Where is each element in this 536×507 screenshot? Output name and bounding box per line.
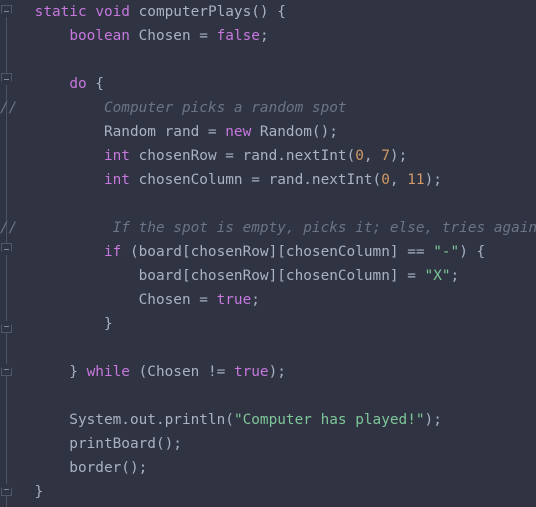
code-line[interactable]: int chosenRow = rand.nextInt(0, 7); bbox=[0, 144, 536, 168]
code-token-txt: ); bbox=[268, 364, 286, 380]
code-token-txt: border(); bbox=[0, 460, 148, 476]
code-line[interactable] bbox=[0, 336, 536, 360]
code-token-punc bbox=[0, 28, 69, 44]
code-line[interactable]: int chosenColumn = rand.nextInt(0, 11); bbox=[0, 168, 536, 192]
code-token-txt: printBoard(); bbox=[0, 436, 182, 452]
code-token-txt: } bbox=[0, 316, 113, 332]
code-token-kw: new bbox=[225, 124, 252, 140]
code-token-cmt: // If the spot is empty, picks it; else,… bbox=[0, 220, 536, 236]
code-token-txt: chosenColumn = rand.nextInt( bbox=[129, 172, 382, 188]
code-content[interactable]: static void computerPlays() { boolean Ch… bbox=[0, 0, 536, 504]
code-token-punc bbox=[0, 4, 35, 20]
code-token-txt: Random rand = bbox=[0, 124, 226, 140]
code-token-txt: (board[chosenRow][chosenColumn] == bbox=[121, 244, 434, 260]
code-token-txt: } bbox=[0, 484, 44, 500]
code-line[interactable]: System.out.println("Computer has played!… bbox=[0, 408, 536, 432]
code-line[interactable] bbox=[0, 192, 536, 216]
code-line[interactable] bbox=[0, 384, 536, 408]
code-line[interactable]: if (board[chosenRow][chosenColumn] == "-… bbox=[0, 240, 536, 264]
code-token-txt: Random(); bbox=[251, 124, 338, 140]
code-token-num: 11 bbox=[407, 172, 425, 188]
code-token-kw: true bbox=[233, 364, 269, 380]
code-token-txt: ; bbox=[259, 28, 269, 44]
code-line[interactable]: // If the spot is empty, picks it; else,… bbox=[0, 216, 536, 240]
code-line[interactable]: Random rand = new Random(); bbox=[0, 120, 536, 144]
code-token-txt: System.out.println( bbox=[0, 412, 234, 428]
code-token-kw: void bbox=[95, 4, 130, 20]
code-token-txt: computerPlays() { bbox=[129, 4, 286, 20]
code-token-txt: (Chosen != bbox=[129, 364, 234, 380]
code-line[interactable]: board[chosenRow][chosenColumn] = "X"; bbox=[0, 264, 536, 288]
code-line[interactable]: Chosen = true; bbox=[0, 288, 536, 312]
code-token-num: 0 bbox=[355, 148, 364, 164]
code-token-txt: } bbox=[0, 364, 87, 380]
code-token-cmt: // Computer picks a random spot bbox=[0, 100, 347, 116]
code-token-txt: Chosen = bbox=[0, 292, 217, 308]
code-token-punc bbox=[0, 76, 69, 92]
code-token-txt: board[chosenRow][chosenColumn] = bbox=[0, 268, 425, 284]
code-editor[interactable]: static void computerPlays() { boolean Ch… bbox=[0, 0, 536, 507]
code-line[interactable]: boolean Chosen = false; bbox=[0, 24, 536, 48]
code-line[interactable]: } while (Chosen != true); bbox=[0, 360, 536, 384]
code-token-txt: chosenRow = rand.nextInt( bbox=[129, 148, 356, 164]
code-line[interactable]: // Computer picks a random spot bbox=[0, 96, 536, 120]
code-token-txt: , bbox=[389, 172, 408, 188]
code-token-str: "-" bbox=[433, 244, 460, 260]
code-token-txt: ); bbox=[424, 172, 442, 188]
code-token-str: "X" bbox=[424, 268, 451, 284]
code-token-num: 0 bbox=[381, 172, 390, 188]
code-token-kw: while bbox=[86, 364, 130, 380]
code-token-kw: boolean bbox=[69, 28, 130, 44]
code-token-txt: ; bbox=[251, 292, 260, 308]
code-line[interactable]: } bbox=[0, 312, 536, 336]
code-token-kw: if bbox=[103, 244, 122, 260]
code-line[interactable]: static void computerPlays() { bbox=[0, 0, 536, 24]
code-token-kw: true bbox=[216, 292, 252, 308]
code-line[interactable]: border(); bbox=[0, 456, 536, 480]
code-token-kw: int bbox=[103, 148, 130, 164]
code-token-txt: , bbox=[363, 148, 382, 164]
code-token-kw: int bbox=[103, 172, 130, 188]
code-line[interactable]: do { bbox=[0, 72, 536, 96]
code-token-txt: ; bbox=[450, 268, 460, 284]
code-token-txt: ); bbox=[424, 412, 442, 428]
code-line[interactable]: printBoard(); bbox=[0, 432, 536, 456]
code-token-punc bbox=[87, 4, 96, 20]
code-token-txt: { bbox=[86, 76, 104, 92]
code-token-kw: false bbox=[216, 28, 260, 44]
code-token-txt: ) { bbox=[459, 244, 486, 260]
code-token-num: 7 bbox=[381, 148, 390, 164]
code-token-punc bbox=[0, 148, 104, 164]
code-line[interactable] bbox=[0, 48, 536, 72]
code-token-str: "Computer has played!" bbox=[233, 412, 425, 428]
code-token-kw: static bbox=[34, 4, 87, 20]
code-token-punc bbox=[0, 244, 104, 260]
code-token-punc bbox=[0, 172, 104, 188]
code-line[interactable]: } bbox=[0, 480, 536, 504]
code-token-kw: do bbox=[69, 76, 87, 92]
code-token-txt: Chosen = bbox=[129, 28, 217, 44]
code-token-txt: ); bbox=[389, 148, 408, 164]
